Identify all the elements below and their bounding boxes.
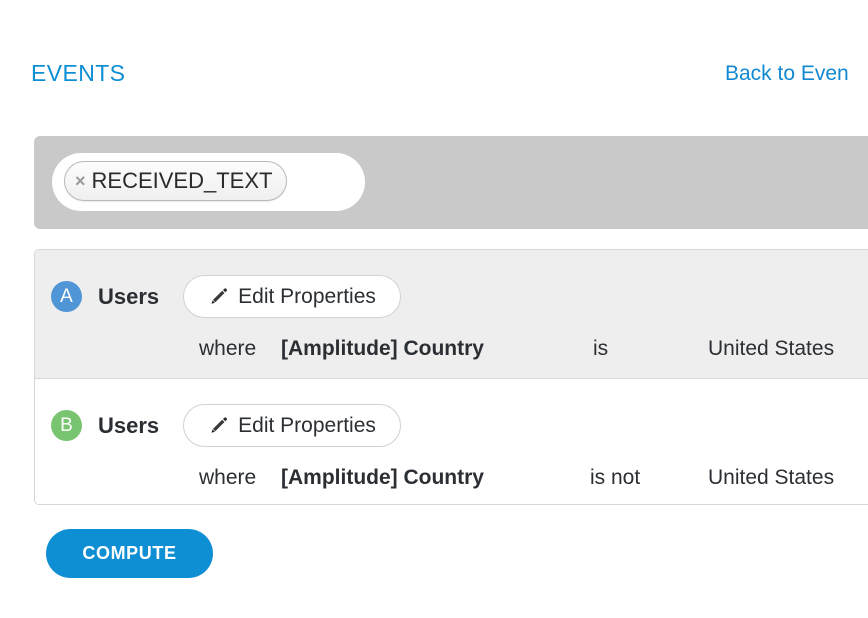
edit-properties-label-b: Edit Properties xyxy=(238,413,376,437)
segment-header-a: A Users Edit Properties xyxy=(51,275,401,318)
condition-operator-a[interactable]: is xyxy=(593,336,608,362)
segment-type-label-a: Users xyxy=(98,283,160,309)
edit-properties-button-a[interactable]: Edit Properties xyxy=(183,275,401,318)
condition-value-b[interactable]: United States xyxy=(708,465,834,491)
pencil-icon xyxy=(211,287,228,304)
page-header: EVENTS Back to Even xyxy=(0,58,868,92)
condition-where-keyword-a: where xyxy=(199,337,257,360)
condition-operator-b[interactable]: is not xyxy=(590,465,640,491)
segment-condition-a: where [Amplitude] Country is United Stat… xyxy=(35,336,868,366)
events-section-label: EVENTS xyxy=(31,60,126,86)
pencil-icon xyxy=(211,416,228,433)
segment-row: B Users Edit Properties where [Amplitude… xyxy=(35,379,868,504)
segment-type-label-b: Users xyxy=(98,412,160,438)
segment-panel: A Users Edit Properties where [Amplitude… xyxy=(34,249,868,505)
segment-condition-b: where [Amplitude] Country is not United … xyxy=(35,465,868,495)
condition-value-a[interactable]: United States xyxy=(708,336,834,362)
event-selector-bar: × RECEIVED_TEXT xyxy=(34,136,868,229)
segment-row: A Users Edit Properties where [Amplitude… xyxy=(35,250,868,379)
edit-properties-label-a: Edit Properties xyxy=(238,284,376,308)
event-input-field[interactable]: × RECEIVED_TEXT xyxy=(52,153,365,211)
segment-badge-b: B xyxy=(51,410,82,441)
event-chip[interactable]: × RECEIVED_TEXT xyxy=(64,161,288,201)
back-to-events-link[interactable]: Back to Even xyxy=(725,59,849,89)
event-chip-label: RECEIVED_TEXT xyxy=(91,168,273,193)
segment-badge-a: A xyxy=(51,281,82,312)
condition-where-keyword-b: where xyxy=(199,466,257,489)
compute-button[interactable]: COMPUTE xyxy=(46,529,213,578)
condition-property-b[interactable]: [Amplitude] Country xyxy=(281,465,484,491)
segment-header-b: B Users Edit Properties xyxy=(51,404,401,447)
close-icon[interactable]: × xyxy=(75,172,86,190)
edit-properties-button-b[interactable]: Edit Properties xyxy=(183,404,401,447)
condition-property-a[interactable]: [Amplitude] Country xyxy=(281,336,484,362)
